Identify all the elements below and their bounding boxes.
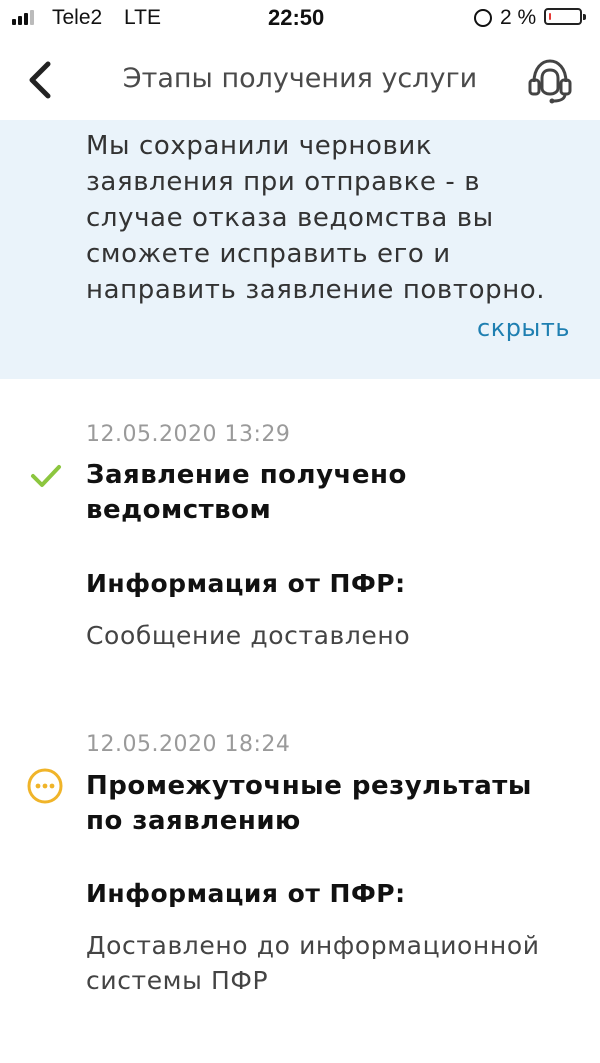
event-org-label: Информация от ПФР: [86, 879, 406, 908]
clock: 22:50 [268, 5, 325, 30]
hide-banner-link[interactable]: скрыть [477, 314, 570, 342]
page-title: Этапы получения услуги [122, 63, 478, 94]
orientation-lock-icon [474, 9, 492, 27]
status-bar: Tele2 LTE 22:50 2 % [0, 0, 600, 40]
event-title: Промежуточные результаты по заявлению [86, 771, 532, 836]
event-date: 12.05.2020 18:24 [86, 732, 291, 757]
event-message: Доставлено до информационной системы ПФР [86, 931, 540, 995]
support-button[interactable] [524, 54, 576, 106]
nav-header: Этапы получения услуги [0, 40, 600, 120]
event-date: 12.05.2020 13:29 [86, 422, 291, 447]
banner-text: Мы сохранили черновик заявления при отпр… [86, 131, 546, 305]
check-icon [31, 465, 61, 487]
event-org-label: Информация от ПФР: [86, 569, 406, 598]
battery-icon [544, 8, 586, 25]
battery-percent: 2 % [500, 6, 537, 29]
pending-icon [27, 768, 63, 804]
draft-info-banner: ▔▔ ▔▔▔▔▔▔ Мы сохранили черновик заявлени… [0, 120, 600, 379]
signal-icon [12, 9, 34, 25]
event-message: Сообщение доставлено [86, 621, 411, 650]
headset-icon [528, 59, 572, 104]
event-title: Заявление получено ведомством [86, 460, 407, 525]
carrier-name: Tele2 [52, 6, 103, 29]
network-type: LTE [124, 6, 161, 29]
